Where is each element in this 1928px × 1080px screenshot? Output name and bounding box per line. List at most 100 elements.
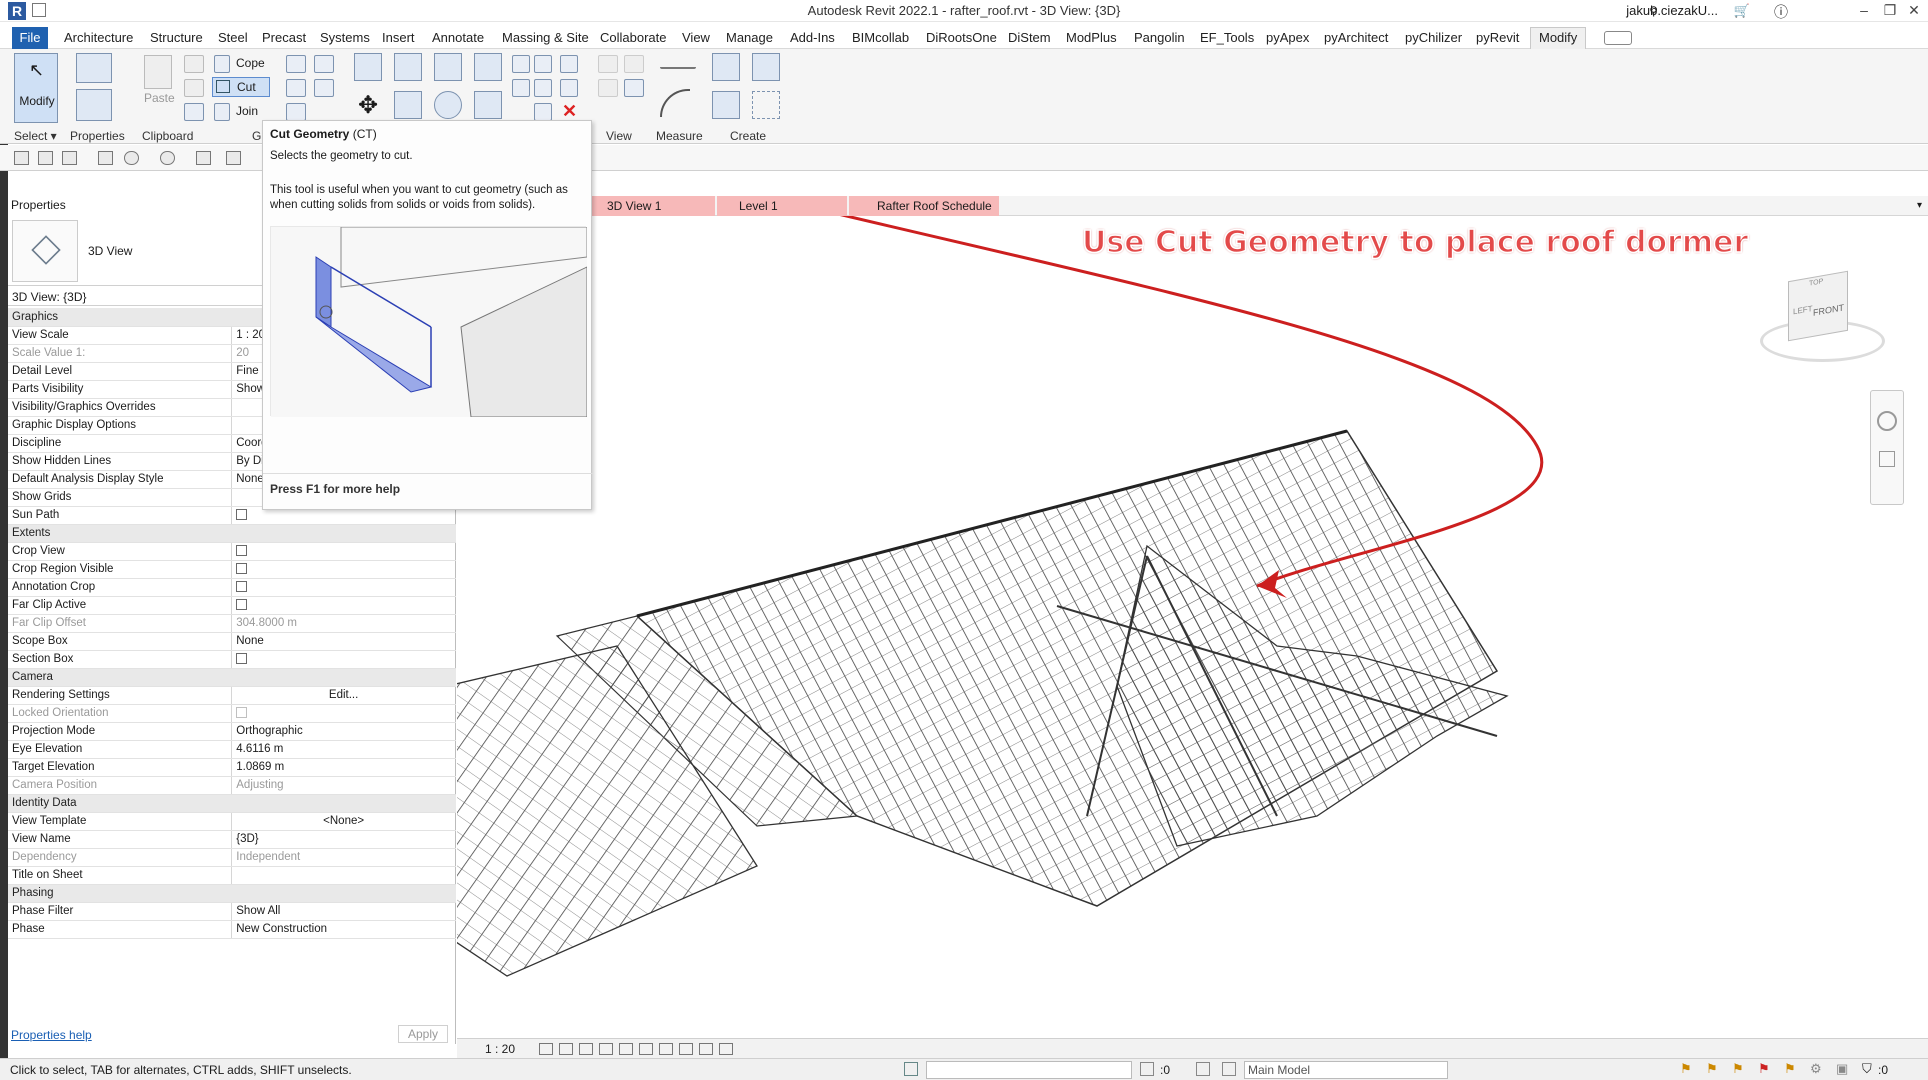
notifications-icon[interactable]: ▣ — [1836, 1061, 1848, 1077]
view-tab-3d-view-1[interactable]: 3D View 1 — [585, 196, 715, 216]
mirror-draw-icon[interactable] — [474, 53, 502, 81]
cut-clipboard-icon[interactable] — [184, 55, 204, 73]
sync-central-icon[interactable] — [98, 151, 113, 165]
similar-icon[interactable] — [752, 91, 780, 119]
property-value[interactable] — [231, 650, 456, 669]
properties-help-link[interactable]: Properties help — [11, 1028, 92, 1042]
property-row[interactable]: Crop View — [8, 542, 456, 561]
tab-distem[interactable]: DiStem — [1008, 30, 1051, 45]
property-value[interactable] — [231, 866, 456, 885]
save-icon[interactable] — [38, 151, 53, 165]
tab-steel[interactable]: Steel — [218, 30, 248, 45]
demolish-icon[interactable] — [314, 79, 334, 97]
dimension-icon[interactable] — [660, 89, 690, 117]
tab-view[interactable]: View — [682, 30, 710, 45]
user-name[interactable]: jakub.ciezakU... — [1626, 3, 1718, 18]
property-row[interactable]: View Name {3D} — [8, 830, 456, 849]
type-properties-icon[interactable] — [76, 53, 112, 83]
view-scale[interactable]: 1 : 20 — [485, 1042, 515, 1056]
copy-element-icon[interactable] — [394, 91, 422, 119]
create-group-icon[interactable] — [712, 91, 740, 119]
cart-icon[interactable]: 🛒 — [1734, 3, 1750, 19]
override-graphics-icon[interactable] — [624, 55, 644, 73]
tab-manage[interactable]: Manage — [726, 30, 773, 45]
property-value[interactable] — [231, 578, 456, 597]
property-value[interactable]: Edit... — [231, 685, 456, 705]
property-row[interactable]: Dependency Independent — [8, 848, 456, 867]
undo-icon[interactable] — [124, 151, 139, 165]
workset-dropdown[interactable] — [926, 1061, 1132, 1079]
tab-insert[interactable]: Insert — [382, 30, 415, 45]
tab-add-ins[interactable]: Add-Ins — [790, 30, 835, 45]
property-checkbox[interactable] — [236, 545, 248, 557]
sync-icon[interactable] — [62, 151, 77, 165]
tab-architecture[interactable]: Architecture — [64, 30, 133, 45]
join-geometry-icon[interactable] — [314, 55, 334, 73]
property-value[interactable] — [231, 542, 456, 561]
property-value[interactable]: <None> — [231, 811, 456, 831]
property-value[interactable]: 4.6116 m — [231, 740, 456, 759]
property-value[interactable]: {3D} — [231, 830, 456, 849]
tab-bimcollab[interactable]: BIMcollab — [852, 30, 909, 45]
tab-systems[interactable]: Systems — [320, 30, 370, 45]
tab-pyapex[interactable]: pyApex — [1266, 30, 1309, 45]
hide-in-view-icon[interactable] — [598, 55, 618, 73]
property-value[interactable]: New Construction — [231, 920, 456, 939]
print-icon[interactable] — [196, 151, 211, 165]
tab-annotate[interactable]: Annotate — [432, 30, 484, 45]
copy-icon[interactable] — [184, 79, 204, 97]
show-crop-icon[interactable] — [659, 1043, 673, 1055]
3d-viewport[interactable]: TOP LEFT FRONT — [446, 140, 1928, 1039]
property-value[interactable] — [231, 560, 456, 579]
open-icon[interactable] — [14, 151, 29, 165]
split-gap-icon[interactable] — [534, 55, 552, 73]
property-checkbox[interactable] — [236, 581, 248, 593]
filter-icon[interactable]: ⛉ — [1862, 1061, 1872, 1077]
cut-geometry-button[interactable]: Cut — [212, 77, 270, 97]
selection-box-icon[interactable] — [624, 79, 644, 97]
crop-view-icon[interactable] — [639, 1043, 653, 1055]
navigation-bar[interactable] — [1870, 390, 1904, 505]
unpin-icon[interactable] — [560, 55, 578, 73]
tab-massing-site[interactable]: Massing & Site — [502, 30, 589, 45]
property-checkbox[interactable] — [236, 599, 248, 611]
trim-extend-icon[interactable] — [534, 103, 552, 121]
join-icon[interactable] — [214, 103, 230, 121]
view-tab-rafter-roof-schedule[interactable]: Rafter Roof Schedule — [849, 196, 999, 216]
property-row[interactable]: Camera Position Adjusting — [8, 776, 456, 795]
property-row[interactable]: Locked Orientation — [8, 704, 456, 723]
background-process-icon[interactable]: ⚙ — [1810, 1061, 1822, 1077]
match-properties-icon[interactable] — [184, 103, 204, 121]
select-by-face-icon[interactable]: ⚑ — [1758, 1061, 1770, 1077]
properties-icon[interactable] — [76, 89, 112, 121]
property-row[interactable]: Annotation Crop — [8, 578, 456, 597]
help-icon[interactable]: ⓘ — [1774, 2, 1788, 22]
scale-icon[interactable] — [534, 79, 552, 97]
editable-only-icon[interactable] — [1140, 1062, 1154, 1076]
tab-precast[interactable]: Precast — [262, 30, 306, 45]
join-label[interactable]: Join — [236, 104, 258, 118]
zoom-icon[interactable] — [1879, 451, 1895, 467]
create-parts-icon[interactable] — [752, 53, 780, 81]
array-icon[interactable] — [512, 79, 530, 97]
property-row[interactable]: Far Clip Offset 304.8000 m — [8, 614, 456, 633]
cope-icon[interactable] — [214, 55, 230, 73]
cope-label[interactable]: Cope — [236, 56, 265, 70]
viewcube[interactable]: TOP LEFT FRONT — [1752, 270, 1887, 375]
apply-button[interactable]: Apply — [398, 1025, 448, 1043]
property-row[interactable]: View Template <None> — [8, 811, 456, 831]
redo-icon[interactable] — [160, 151, 175, 165]
property-row[interactable]: Title on Sheet — [8, 866, 456, 885]
drag-elements-icon[interactable]: ⚑ — [1784, 1061, 1796, 1077]
trim-icon[interactable] — [474, 91, 502, 119]
split-face-icon[interactable] — [286, 79, 306, 97]
delete-icon[interactable]: ✕ — [562, 101, 577, 122]
tab-pychilizer[interactable]: pyChilizer — [1405, 30, 1462, 45]
tab-modplus[interactable]: ModPlus — [1066, 30, 1117, 45]
align-icon[interactable] — [354, 53, 382, 81]
tab-file[interactable]: File — [12, 27, 48, 49]
property-row[interactable]: Crop Region Visible — [8, 560, 456, 579]
select-links-icon[interactable]: ⚑ — [1680, 1061, 1692, 1077]
property-group[interactable]: Identity Data — [8, 794, 456, 813]
property-row[interactable]: Far Clip Active — [8, 596, 456, 615]
